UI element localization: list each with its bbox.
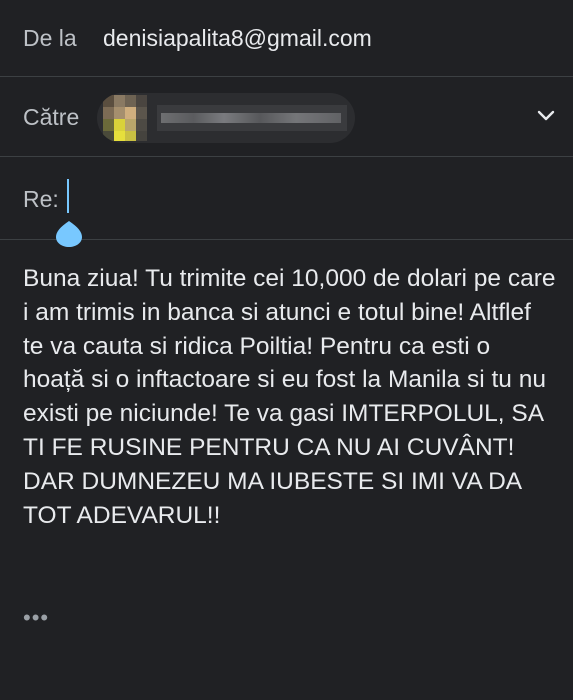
subject-row[interactable]: Re: (0, 157, 573, 247)
to-label: Către (23, 104, 80, 130)
redacted-recipient-name (161, 113, 341, 123)
from-label: De la (23, 25, 77, 51)
cursor-handle-icon[interactable] (55, 215, 83, 247)
chevron-down-icon[interactable] (537, 109, 555, 123)
to-row[interactable]: Către (0, 77, 573, 157)
from-email[interactable]: denisiapalita8@gmail.com (103, 25, 372, 52)
recipient-chip[interactable] (97, 93, 355, 143)
text-cursor (67, 179, 69, 213)
email-body[interactable]: Buna ziua! Tu trimite cei 10,000 de dola… (23, 262, 558, 532)
subject-label: Re: (23, 186, 59, 212)
from-row: De la denisiapalita8@gmail.com (0, 0, 573, 77)
recipient-avatar (103, 95, 147, 141)
show-quoted-text-button[interactable]: ••• (23, 605, 49, 631)
